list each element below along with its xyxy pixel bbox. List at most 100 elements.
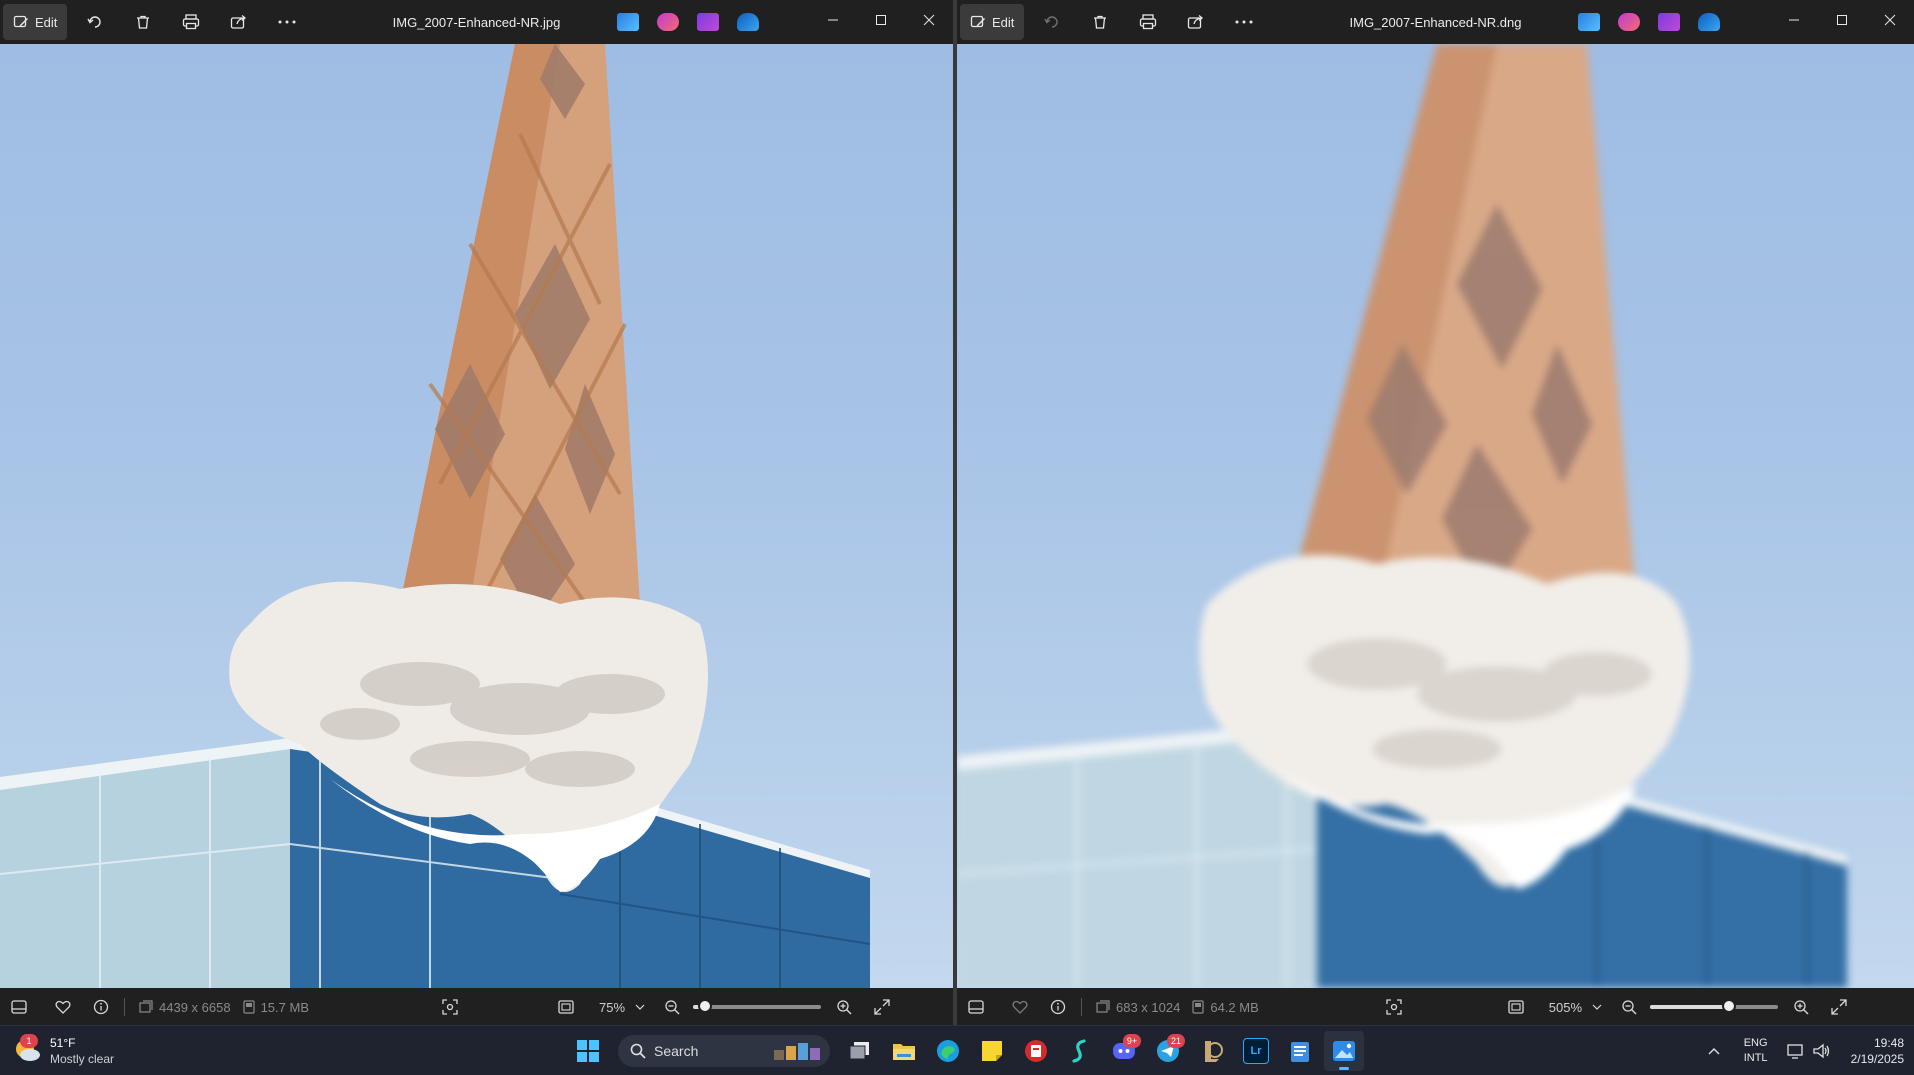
zoom-out-button[interactable] [655, 990, 689, 1024]
input-language-indicator[interactable]: ENG INTL [1737, 1036, 1775, 1066]
title-bar: Edit IMG_2007-Enhanced-NR.jpg [0, 0, 953, 44]
start-button[interactable] [568, 1031, 608, 1071]
photos-window-left: Edit IMG_2007-Enhanced-NR.jpg 4439 x 665… [0, 0, 953, 1026]
status-divider [124, 998, 125, 1016]
volume-icon [1812, 1043, 1829, 1058]
trash-icon [1094, 15, 1107, 29]
close-button[interactable] [1866, 0, 1914, 40]
zoom-level-dropdown[interactable]: 505% [1541, 992, 1610, 1022]
image-dimensions: 4439 x 6658 [159, 999, 231, 1015]
edit-button[interactable]: Edit [3, 4, 68, 40]
file-info-button[interactable] [1041, 990, 1075, 1024]
chevron-down-icon [1592, 1004, 1602, 1010]
file-size: 64.2 MB [1210, 999, 1259, 1015]
onedrive-app-icon[interactable] [1698, 13, 1720, 31]
photos-window-right: Edit IMG_2007-Enhanced-NR.dng 683 x 1024… [957, 0, 1914, 1026]
more-options-button[interactable] [267, 4, 307, 40]
visual-search-button[interactable] [1377, 990, 1411, 1024]
zoom-level: 505% [1548, 999, 1583, 1015]
weather-widget[interactable]: 1 51°F Mostly clear [12, 1033, 192, 1067]
edge-icon [937, 1039, 959, 1062]
clock[interactable]: 19:48 2/19/2025 [1851, 1035, 1904, 1067]
share-button[interactable] [1176, 4, 1216, 40]
chevron-down-icon [635, 1004, 645, 1010]
edit-image-icon [970, 15, 985, 28]
full-screen-button[interactable] [1822, 990, 1856, 1024]
script-app[interactable] [1060, 1031, 1100, 1071]
print-button[interactable] [1128, 4, 1168, 40]
task-view-icon [849, 1041, 869, 1059]
fit-to-window-button[interactable] [549, 990, 583, 1024]
print-button[interactable] [171, 4, 211, 40]
photo-viewport[interactable] [957, 44, 1914, 988]
pdf-reader-app[interactable] [1016, 1031, 1056, 1071]
rotate-icon [1044, 16, 1059, 28]
more-options-button[interactable] [1224, 4, 1264, 40]
status-bar: 683 x 1024 64.2 MB 505% [957, 988, 1914, 1026]
zoom-in-button[interactable] [1784, 990, 1818, 1024]
photos-editor-app-icon[interactable] [617, 13, 639, 31]
zoom-out-icon [665, 1000, 680, 1015]
copilot-designer-app-icon[interactable] [657, 13, 679, 31]
photos-app[interactable] [1324, 1030, 1364, 1071]
discord-app[interactable]: 9+ [1104, 1031, 1144, 1071]
copilot-designer-app-icon[interactable] [1618, 13, 1640, 31]
photo-ice-cream-sculpture [0, 44, 871, 988]
rotate-button[interactable] [75, 4, 115, 40]
search-highlight-icon [774, 1042, 820, 1060]
close-button[interactable] [905, 0, 953, 40]
edge-browser-app[interactable] [928, 1031, 968, 1071]
zoom-slider[interactable] [693, 999, 822, 1013]
visual-search-button[interactable] [433, 990, 467, 1024]
favorite-button[interactable] [1003, 990, 1037, 1024]
trash-icon [137, 15, 150, 29]
quick-settings-button[interactable] [1783, 1043, 1835, 1059]
file-size: 15.7 MB [260, 999, 309, 1015]
notepad-app[interactable] [1280, 1031, 1320, 1071]
minimize-button[interactable] [809, 0, 857, 40]
lightroom-app[interactable]: Lr [1236, 1031, 1276, 1071]
task-view-button[interactable] [840, 1031, 880, 1071]
maximize-button[interactable] [1818, 0, 1866, 40]
delete-button[interactable] [123, 4, 163, 40]
heart-icon [55, 1000, 71, 1014]
filmstrip-button[interactable] [959, 990, 993, 1024]
info-icon [1050, 999, 1066, 1015]
image-dimensions: 683 x 1024 [1116, 999, 1181, 1015]
visual-search-icon [1386, 999, 1402, 1015]
sticky-notes-app[interactable] [972, 1031, 1012, 1071]
clipchamp-app-icon[interactable] [1658, 13, 1680, 31]
zoom-level-dropdown[interactable]: 75% [591, 992, 653, 1022]
file-info-button[interactable] [84, 990, 118, 1024]
zoom-slider[interactable] [1650, 999, 1779, 1013]
clipchamp-app-icon[interactable] [697, 13, 719, 31]
delete-button[interactable] [1080, 4, 1120, 40]
zoom-slider-thumb[interactable] [1722, 999, 1737, 1013]
maximize-button[interactable] [857, 0, 905, 40]
edit-button[interactable]: Edit [960, 4, 1025, 40]
zoom-out-button[interactable] [1612, 990, 1646, 1024]
full-screen-button[interactable] [865, 990, 899, 1024]
file-explorer-app[interactable] [884, 1031, 924, 1071]
share-button[interactable] [219, 4, 259, 40]
photos-editor-app-icon[interactable] [1578, 13, 1600, 31]
zoom-level: 75% [599, 999, 626, 1015]
minimize-button[interactable] [1770, 0, 1818, 40]
lightroom-icon: Lr [1243, 1037, 1269, 1064]
telegram-app[interactable]: 21 [1148, 1031, 1188, 1071]
lightroom-label: Lr [1250, 1044, 1262, 1057]
show-hidden-icons-button[interactable] [1699, 1031, 1729, 1071]
filmstrip-button[interactable] [2, 990, 36, 1024]
photo-viewport[interactable] [0, 44, 953, 988]
fit-window-icon [558, 1000, 574, 1014]
zoom-slider-thumb[interactable] [697, 999, 712, 1013]
zoom-in-button[interactable] [827, 990, 861, 1024]
fit-to-window-button[interactable] [1499, 990, 1533, 1024]
onedrive-app-icon[interactable] [737, 13, 759, 31]
favorite-button[interactable] [46, 990, 80, 1024]
taskbar-search[interactable]: Search [618, 1034, 830, 1067]
league-client-app[interactable] [1192, 1031, 1232, 1071]
file-size-icon [1192, 1000, 1204, 1014]
clock-time: 19:48 [1873, 1035, 1904, 1050]
zoom-slider-fill [1650, 1005, 1730, 1009]
